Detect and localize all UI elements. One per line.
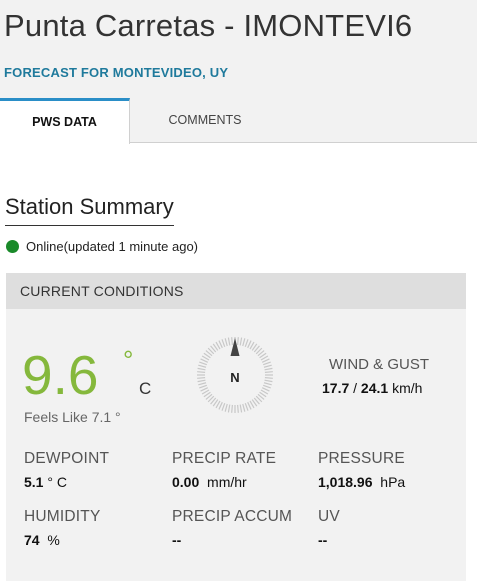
compass-tick (261, 358, 270, 363)
precip-rate-reading: 0.00 mm/hr (172, 474, 247, 490)
compass-tick (262, 384, 271, 389)
compass-tick (244, 402, 249, 411)
compass-tick (221, 339, 226, 348)
humidity-value: 74 (24, 532, 40, 548)
compass-tick (197, 377, 206, 379)
compass-tick (221, 402, 226, 411)
compass-tick (239, 404, 243, 413)
compass-tick (247, 340, 252, 349)
forecast-link[interactable]: FORECAST FOR MONTEVIDEO, UY (4, 65, 228, 80)
compass-tick (200, 387, 209, 392)
page-title: Punta Carretas - IMONTEVI6 (4, 8, 413, 43)
dewpoint-value: 5.1 (24, 474, 44, 490)
humidity-reading: 74 % (24, 532, 60, 548)
humidity-label: HUMIDITY (24, 508, 101, 525)
wind-speed: 17.7 (322, 380, 350, 396)
compass-tick (263, 364, 272, 368)
compass-tick (264, 367, 273, 371)
precip-rate-label: PRECIP RATE (172, 450, 277, 467)
pressure-label: PRESSURE (318, 450, 405, 467)
compass-tick (200, 358, 209, 363)
compass-tick (199, 361, 208, 366)
compass-tick (224, 403, 228, 412)
precip-accum-reading: -- (172, 532, 181, 548)
precip-accum-value: -- (172, 532, 182, 548)
compass-tick (264, 371, 273, 373)
compass-tick (197, 367, 206, 371)
precip-accum-label: PRECIP ACCUM (172, 508, 293, 525)
dewpoint-unit: ° C (47, 474, 67, 490)
compass-tick (244, 339, 249, 348)
wind-gust-label: WIND & GUST (329, 356, 429, 373)
precip-rate-unit: mm/hr (207, 474, 247, 490)
humidity-unit: % (47, 532, 60, 548)
compass-tick (197, 371, 206, 373)
compass-tick (227, 404, 231, 413)
wind-compass-icon: N (197, 337, 273, 413)
station-summary-heading: Station Summary (5, 194, 174, 226)
compass-tick (247, 401, 252, 410)
dewpoint-label: DEWPOINT (24, 450, 110, 467)
tab-pws-data[interactable]: PWS DATA (0, 98, 130, 144)
online-status-text: Online(updated 1 minute ago) (26, 239, 199, 254)
compass-tick (198, 364, 207, 368)
compass-tick (197, 379, 206, 383)
compass-tick (264, 379, 273, 383)
online-status-icon (6, 240, 19, 253)
gust-speed: 24.1 (360, 380, 389, 396)
compass-tick (261, 387, 270, 392)
compass-tick (224, 338, 228, 347)
compass-tick (237, 337, 239, 346)
compass-tick (231, 337, 233, 346)
current-conditions-header: CURRENT CONDITIONS (6, 273, 466, 309)
compass-tick (218, 340, 223, 349)
compass-tick (218, 401, 223, 410)
uv-label: UV (318, 508, 340, 525)
compass-tick (262, 361, 271, 366)
compass-tick (263, 382, 272, 386)
precip-rate-value: 0.00 (172, 474, 200, 490)
temperature-degree-symbol: ° (123, 345, 134, 375)
compass-direction-label: N (230, 370, 239, 385)
feels-like: Feels Like 7.1 ° (24, 409, 121, 425)
compass-tick (199, 384, 208, 389)
compass-tick (264, 377, 273, 379)
compass-tick (237, 404, 239, 413)
dewpoint-reading: 5.1 ° C (24, 474, 67, 490)
temperature-unit: C (139, 379, 152, 398)
compass-tick (198, 382, 207, 386)
compass-tick (239, 337, 243, 346)
tab-comments[interactable]: COMMENTS (130, 98, 280, 143)
temperature-value: 9.6 (22, 344, 99, 406)
uv-reading: -- (318, 532, 327, 548)
wind-gust-value: 17.7 / 24.1 km/h (322, 380, 422, 396)
uv-value: -- (318, 532, 328, 548)
pressure-reading: 1,018.96 hPa (318, 474, 405, 490)
compass-tick (242, 403, 246, 412)
compass-tick (242, 338, 246, 347)
compass-tick (231, 404, 233, 413)
compass-tick (227, 337, 231, 346)
current-conditions-label: CURRENT CONDITIONS (20, 283, 184, 299)
wind-unit: km/h (392, 380, 423, 396)
wind-separator: / (349, 380, 361, 396)
pressure-value: 1,018.96 (318, 474, 373, 490)
pressure-unit: hPa (380, 474, 406, 490)
